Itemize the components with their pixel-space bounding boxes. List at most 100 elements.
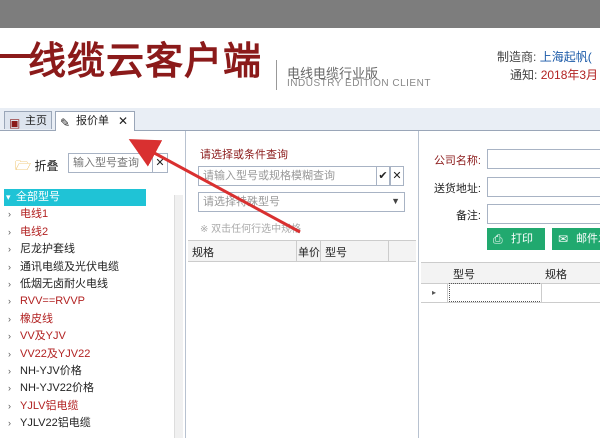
delivery-address-input[interactable] [487, 177, 600, 197]
company-name-label: 公司名称: [433, 155, 481, 167]
query-section-label: 请选择或条件查询 [200, 149, 288, 161]
manufacturer-value[interactable]: 上海起帆( [540, 50, 592, 64]
tree-item[interactable]: › YJLV铝电缆 [4, 398, 176, 415]
tree-item[interactable]: › 电线1 [4, 206, 176, 223]
tree-item[interactable]: › NH-YJV22价格 [4, 380, 176, 397]
tree-item[interactable]: › YJLV22铝电缆 [4, 415, 176, 432]
column-separator [320, 241, 321, 261]
model-tree-pane: 🗁 折叠 ✕ ▾ 全部型号 › 电线1 › 电线2 › 尼龙护套线 › 通讯电缆及光伏电缆… [0, 131, 186, 438]
column-price[interactable]: 单价 [298, 244, 320, 260]
column-spec[interactable]: 规格 [192, 244, 214, 260]
tab-quote[interactable]: ✎ 报价单 ✕ [55, 111, 135, 131]
fold-label: 折叠 [34, 159, 59, 173]
column-model[interactable]: 型号 [453, 266, 475, 282]
column-spec[interactable]: 规格 [545, 266, 567, 282]
window-titlebar [0, 0, 600, 28]
delivery-address-label: 送货地址: [433, 183, 481, 195]
tab-close-icon[interactable]: ✕ [118, 112, 128, 130]
edition-subtitle-en: INDUSTRY EDITION CLIENT [287, 78, 431, 89]
spec-query-pane: 请选择或条件查询 请输入型号或规格模糊查询 ✔ ✕ 请选择特殊型号 ▼ ※ 双击… [186, 131, 419, 438]
quote-grid-header: 型号 规格 [421, 262, 600, 284]
expand-arrow-icon[interactable]: › [8, 259, 11, 276]
expand-arrow-icon[interactable]: › [8, 276, 11, 293]
tree-item-label: 电线2 [20, 225, 49, 238]
tree-item[interactable]: › RVV==RVVP [4, 293, 176, 310]
tab-home[interactable]: ▣ 主页 [4, 111, 52, 130]
tree-item[interactable]: › VV22及YJV22 [4, 346, 176, 363]
expand-arrow-icon[interactable]: › [8, 206, 11, 223]
expand-arrow-icon[interactable]: › [8, 363, 11, 380]
tree-item-label: RVV==RVVP [20, 295, 86, 308]
table-row[interactable]: ▸ [421, 283, 600, 303]
tree-item[interactable]: › 低烟无卤耐火电线 [4, 276, 176, 293]
confirm-button[interactable]: ✔ [376, 166, 390, 186]
expand-arrow-icon[interactable]: ▾ [6, 189, 11, 206]
tree-item-label: 通讯电缆及光伏电缆 [20, 260, 119, 273]
table-cell[interactable] [449, 283, 542, 302]
tree-item-label: 全部型号 [16, 191, 60, 203]
tree-scrollbar[interactable] [174, 195, 183, 438]
tree-item[interactable]: › 橡皮线 [4, 311, 176, 328]
logo-accent-bar [0, 54, 30, 58]
logo-divider [276, 60, 277, 90]
chevron-down-icon[interactable]: ▼ [391, 194, 400, 209]
tree-item-label: VV22及YJV22 [20, 347, 91, 360]
clear-query-button[interactable]: ✕ [390, 166, 404, 186]
company-name-input[interactable] [487, 149, 600, 169]
notice-value[interactable]: 2018年3月 [541, 68, 598, 82]
tab-quote-label: 报价单 [76, 115, 109, 127]
tree-item-label: 尼龙护套线 [20, 243, 75, 256]
tree-item-label: 电线1 [20, 208, 49, 221]
expand-arrow-icon[interactable]: › [8, 328, 11, 345]
email-label: 邮件发 [576, 233, 600, 245]
tree-item-all[interactable]: ▾ 全部型号 [4, 189, 146, 207]
expand-arrow-icon[interactable]: › [8, 346, 11, 363]
notice-info: 通知: 2018年3月 [510, 66, 598, 83]
tree-item-label: YJLV铝电缆 [20, 399, 79, 412]
model-tree: ▾ 全部型号 › 电线1 › 电线2 › 尼龙护套线 › 通讯电缆及光伏电缆 › 低烟无卤耐… [4, 189, 176, 432]
tree-item[interactable]: › VV及YJV [4, 328, 176, 345]
expand-arrow-icon[interactable]: › [8, 241, 11, 258]
tree-item-label: YJLV22铝电缆 [20, 417, 91, 430]
tree-item-label: NH-YJV22价格 [20, 382, 94, 395]
row-pointer-icon: ▸ [421, 283, 448, 302]
special-model-select[interactable]: 请选择特殊型号 ▼ [198, 192, 405, 212]
manufacturer-info: 制造商: 上海起帆( [497, 48, 592, 65]
tree-item[interactable]: › 通讯电缆及光伏电缆 [4, 259, 176, 276]
expand-arrow-icon[interactable]: › [8, 380, 11, 397]
notice-label: 通知: [510, 68, 538, 82]
expand-arrow-icon[interactable]: › [8, 311, 11, 328]
search-clear-button[interactable]: ✕ [152, 153, 168, 173]
fold-button[interactable]: 🗁 折叠 [15, 157, 58, 179]
email-icon: ✉ [558, 232, 569, 246]
pencil-icon: ✎ [60, 116, 71, 130]
tree-item[interactable]: › NH-YJV价格 [4, 363, 176, 380]
remark-label: 备注: [455, 210, 481, 222]
print-label: 打印 [511, 233, 533, 245]
tree-item-label: 橡皮线 [20, 312, 53, 325]
print-button[interactable]: ⎙ 打印 [487, 228, 545, 250]
print-icon: ⎙ [493, 232, 503, 246]
column-separator [388, 241, 389, 261]
remark-input[interactable] [487, 204, 600, 224]
spec-query-input[interactable]: 请输入型号或规格模糊查询 [198, 166, 378, 186]
expand-arrow-icon[interactable]: › [8, 224, 11, 241]
expand-arrow-icon[interactable]: › [8, 293, 11, 310]
double-click-hint: ※ 双击任何行选中规格 [200, 224, 302, 235]
tree-item[interactable]: › 尼龙护套线 [4, 241, 176, 258]
quote-form-pane: 公司名称: 送货地址: 备注: ⎙ 打印 ✉ 邮件发 型号 规格 ▸ [419, 131, 600, 438]
tree-item-label: 低烟无卤耐火电线 [20, 277, 108, 290]
expand-arrow-icon[interactable]: › [8, 415, 11, 432]
column-separator [296, 241, 297, 261]
tree-item-label: VV及YJV [20, 330, 66, 343]
column-model[interactable]: 型号 [325, 244, 347, 260]
email-button[interactable]: ✉ 邮件发 [552, 228, 600, 250]
folder-icon: 🗁 [15, 158, 32, 173]
home-icon: ▣ [9, 116, 21, 130]
manufacturer-label: 制造商: [497, 50, 537, 64]
tab-home-label: 主页 [25, 115, 47, 127]
table-cell[interactable] [541, 283, 600, 302]
tab-strip: ▣ 主页 ✎ 报价单 ✕ [0, 108, 600, 131]
expand-arrow-icon[interactable]: › [8, 398, 11, 415]
tree-item[interactable]: › 电线2 [4, 224, 176, 241]
